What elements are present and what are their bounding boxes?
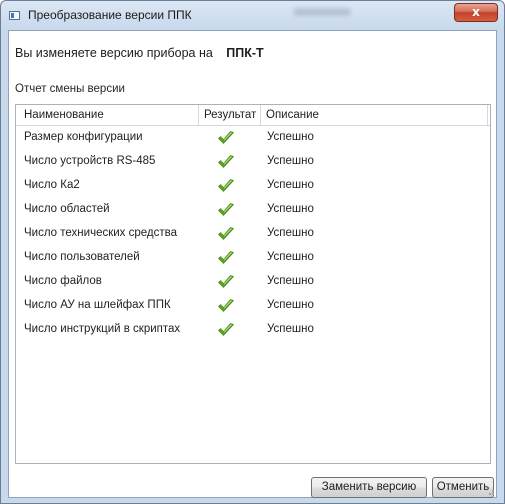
dialog-window: Преобразование версии ППК x Вы изменяете… bbox=[0, 0, 505, 504]
window-icon bbox=[9, 11, 20, 20]
table-row[interactable]: Число пользователей Успешно bbox=[16, 247, 490, 271]
table-row[interactable]: Число областей Успешно bbox=[16, 199, 490, 223]
table-row[interactable]: Размер конфигурации Успешно bbox=[16, 127, 490, 151]
table-row[interactable]: Число файлов Успешно bbox=[16, 271, 490, 295]
check-icon bbox=[218, 275, 235, 288]
column-header-name[interactable]: Наименование bbox=[16, 105, 199, 125]
row-name: Размер конфигурации bbox=[24, 131, 143, 143]
blurred-title-region bbox=[293, 8, 351, 16]
row-description: Успешно bbox=[267, 179, 314, 191]
table-row[interactable]: Число инструкций в скриптах Успешно bbox=[16, 319, 490, 343]
row-description: Успешно bbox=[267, 203, 314, 215]
dialog-content: Вы изменяете версию прибора на ППК-Т Отч… bbox=[8, 30, 497, 498]
version-message: Вы изменяете версию прибора на ППК-Т bbox=[15, 46, 264, 60]
cancel-button[interactable]: Отменить bbox=[432, 477, 494, 498]
check-icon bbox=[218, 299, 235, 312]
row-description: Успешно bbox=[267, 131, 314, 143]
row-description: Успешно bbox=[267, 299, 314, 311]
check-icon bbox=[218, 179, 235, 192]
row-name: Число АУ на шлейфах ППК bbox=[24, 299, 171, 311]
close-button[interactable]: x bbox=[454, 3, 498, 22]
table-row[interactable]: Число АУ на шлейфах ППК Успешно bbox=[16, 295, 490, 319]
table-header: Наименование Результат Описание bbox=[16, 105, 490, 126]
report-label: Отчет смены версии bbox=[15, 83, 125, 95]
replace-version-button[interactable]: Заменить версию bbox=[311, 477, 427, 498]
row-name: Число пользователей bbox=[24, 251, 140, 263]
row-description: Успешно bbox=[267, 227, 314, 239]
row-description: Успешно bbox=[267, 155, 314, 167]
title-bar[interactable]: Преобразование версии ППК x bbox=[1, 1, 504, 29]
row-name: Число устройств RS-485 bbox=[24, 155, 156, 167]
row-name: Число технических средства bbox=[24, 227, 178, 239]
window-title: Преобразование версии ППК bbox=[28, 8, 192, 22]
report-table: Наименование Результат Описание Размер к… bbox=[15, 104, 491, 464]
check-icon bbox=[218, 131, 235, 144]
check-icon bbox=[218, 155, 235, 168]
row-name: Число инструкций в скриптах bbox=[24, 323, 181, 335]
version-prefix: Вы изменяете версию прибора на bbox=[15, 46, 213, 60]
row-name: Число Ка2 bbox=[24, 179, 80, 191]
row-description: Успешно bbox=[267, 275, 314, 287]
row-description: Успешно bbox=[267, 323, 314, 335]
table-row[interactable]: Число Ка2 Успешно bbox=[16, 175, 490, 199]
row-description: Успешно bbox=[267, 251, 314, 263]
check-icon bbox=[218, 203, 235, 216]
column-header-result[interactable]: Результат bbox=[199, 105, 261, 125]
row-name: Число файлов bbox=[24, 275, 102, 287]
table-row[interactable]: Число технических средства Успешно bbox=[16, 223, 490, 247]
check-icon bbox=[218, 227, 235, 240]
check-icon bbox=[218, 251, 235, 264]
row-name: Число областей bbox=[24, 203, 110, 215]
table-row[interactable]: Число устройств RS-485 Успешно bbox=[16, 151, 490, 175]
column-header-description[interactable]: Описание bbox=[261, 105, 488, 125]
target-version: ППК-Т bbox=[226, 46, 264, 60]
check-icon bbox=[218, 323, 235, 336]
resize-grip-icon[interactable] bbox=[486, 487, 494, 495]
